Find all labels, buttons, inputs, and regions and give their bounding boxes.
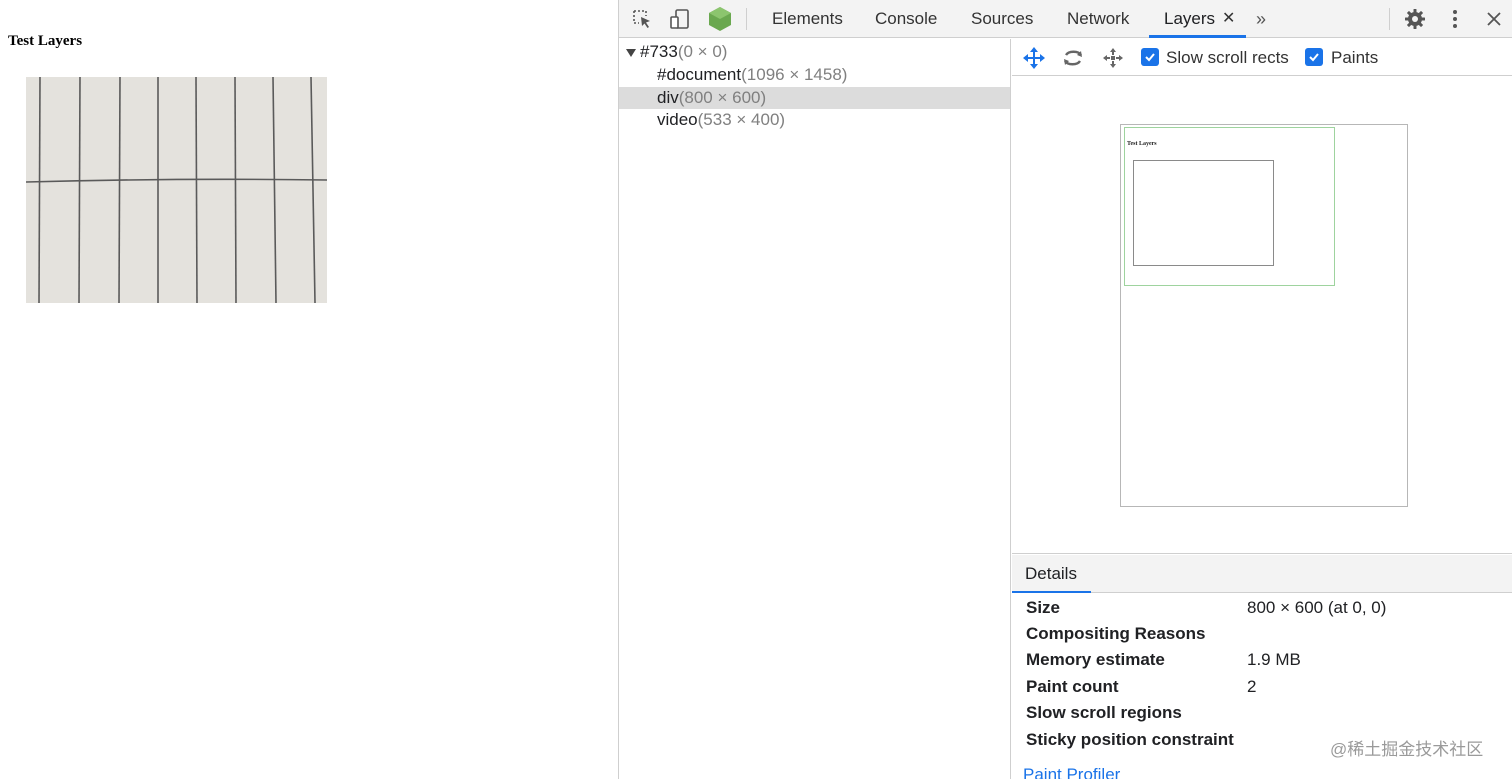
detail-label-sticky: Sticky position constraint [1026, 730, 1234, 749]
detail-label-paint-count: Paint count [1026, 677, 1119, 696]
rotate-mode-icon[interactable] [1060, 45, 1086, 71]
tree-row-dims: (1096 × 1458) [741, 65, 848, 84]
active-tab-indicator [1149, 35, 1246, 38]
tab-sources[interactable]: Sources [971, 0, 1033, 38]
detail-label-slow-scroll: Slow scroll regions [1026, 703, 1182, 722]
paint-profiler-link[interactable]: Paint Profiler [1023, 765, 1120, 779]
tree-row-root[interactable]: #733(0 × 0) [619, 41, 1010, 63]
detail-value-size: 800 × 600 (at 0, 0) [1247, 598, 1387, 617]
inspected-page: Test Layers [0, 0, 618, 779]
detail-value-paint-count: 2 [1247, 677, 1257, 696]
tree-row-video[interactable]: video(533 × 400) [619, 109, 1010, 131]
close-icon[interactable] [1481, 6, 1507, 32]
expand-arrow-icon[interactable] [626, 49, 636, 57]
kebab-menu-icon[interactable] [1442, 6, 1468, 32]
tab-details[interactable]: Details [1025, 555, 1077, 593]
tree-row-name: video [657, 110, 698, 129]
slow-scroll-rects-checkbox[interactable] [1141, 48, 1159, 66]
layer-tree: #733(0 × 0) #document(1096 × 1458) div(8… [619, 39, 1011, 779]
layers-detail-pane: Slow scroll rects Paints Test Layers Det… [1012, 39, 1512, 779]
reset-transform-icon[interactable] [1100, 45, 1126, 71]
tab-console[interactable]: Console [875, 0, 937, 38]
devtools-panel: Elements Console Sources Network Layers … [618, 0, 1512, 779]
tree-row-dims: (0 × 0) [677, 42, 728, 61]
detail-label-memory: Memory estimate [1026, 650, 1165, 669]
tab-network[interactable]: Network [1067, 0, 1129, 38]
paints-label[interactable]: Paints [1331, 39, 1378, 76]
devtools-tabbar: Elements Console Sources Network Layers … [619, 0, 1512, 38]
slow-scroll-rects-label[interactable]: Slow scroll rects [1166, 39, 1289, 76]
tree-row-document[interactable]: #document(1096 × 1458) [619, 64, 1010, 86]
wall-tiles-image [26, 77, 327, 303]
layers-toolbar: Slow scroll rects Paints [1012, 39, 1512, 76]
layers-3d-viewport[interactable]: Test Layers [1012, 77, 1512, 554]
tree-row-dims: (533 × 400) [697, 110, 786, 129]
details-tabbar: Details [1012, 555, 1512, 593]
tab-elements[interactable]: Elements [772, 0, 843, 38]
more-tabs-icon[interactable]: » [1256, 0, 1266, 38]
layer-preview-title: Test Layers [1127, 141, 1157, 147]
pan-mode-icon[interactable] [1021, 45, 1047, 71]
tab-layers[interactable]: Layers [1164, 0, 1215, 38]
tree-row-name: #733 [640, 42, 678, 61]
inspect-element-icon[interactable] [629, 6, 655, 32]
close-tab-icon[interactable]: ✕ [1222, 0, 1235, 38]
video-layer-rect[interactable] [1133, 160, 1274, 266]
detail-label-compositing: Compositing Reasons [1026, 624, 1206, 643]
active-tab-indicator [1012, 591, 1091, 593]
node-hexagon-icon[interactable] [707, 6, 733, 32]
tree-row-dims: (800 × 600) [678, 88, 767, 107]
device-toolbar-icon[interactable] [667, 6, 693, 32]
page-title: Test Layers [8, 33, 83, 49]
toolbar-divider [746, 8, 747, 30]
toolbar-divider [1389, 8, 1390, 30]
tree-row-div[interactable]: div(800 × 600) [619, 87, 1010, 109]
video-element[interactable] [26, 77, 327, 303]
detail-label-size: Size [1026, 598, 1061, 617]
detail-value-memory: 1.9 MB [1247, 650, 1301, 669]
paints-checkbox[interactable] [1305, 48, 1323, 66]
tree-row-name: div [657, 88, 679, 107]
watermark-text: @稀土掘金技术社区 [1330, 740, 1484, 759]
tree-row-name: #document [657, 65, 742, 84]
gear-icon[interactable] [1402, 6, 1428, 32]
